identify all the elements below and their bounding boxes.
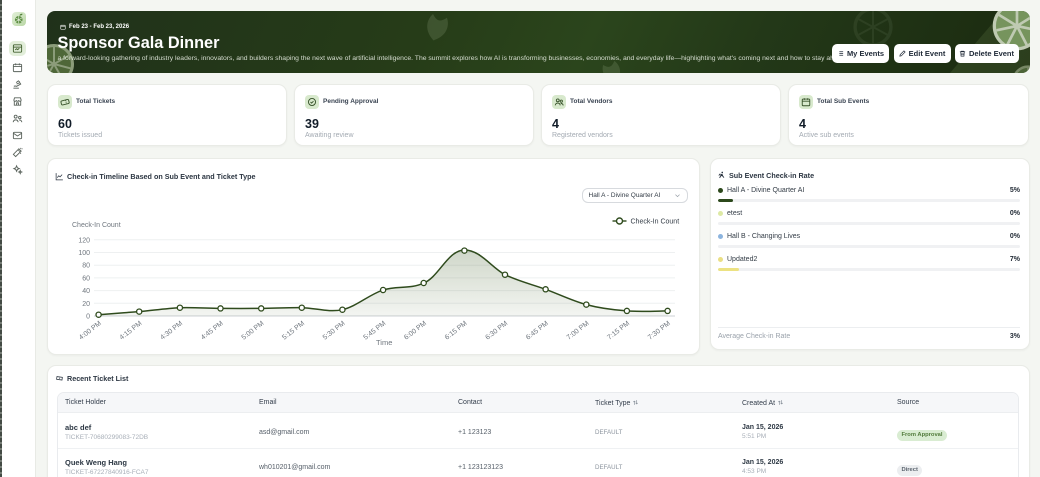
- svg-text:7:15 PM: 7:15 PM: [606, 320, 631, 342]
- svg-text:40: 40: [82, 288, 90, 295]
- svg-text:6:45 PM: 6:45 PM: [525, 320, 550, 342]
- svg-text:7:30 PM: 7:30 PM: [647, 320, 672, 342]
- svg-text:Time: Time: [376, 338, 392, 347]
- svg-text:4:45 PM: 4:45 PM: [200, 320, 225, 342]
- svg-text:Check-In Count: Check-In Count: [72, 222, 121, 229]
- svg-text:20: 20: [82, 301, 90, 308]
- svg-text:100: 100: [78, 250, 90, 257]
- svg-text:7:00 PM: 7:00 PM: [566, 320, 591, 342]
- svg-text:5:30 PM: 5:30 PM: [322, 320, 347, 342]
- svg-text:Check-In Count: Check-In Count: [631, 219, 680, 226]
- svg-text:5:00 PM: 5:00 PM: [241, 320, 266, 342]
- svg-text:4:00 PM: 4:00 PM: [78, 320, 103, 342]
- svg-text:120: 120: [78, 237, 90, 244]
- svg-text:5:15 PM: 5:15 PM: [281, 320, 306, 342]
- svg-text:6:15 PM: 6:15 PM: [444, 320, 469, 342]
- svg-text:60: 60: [82, 275, 90, 282]
- svg-text:4:15 PM: 4:15 PM: [119, 320, 144, 342]
- svg-text:6:00 PM: 6:00 PM: [403, 320, 428, 342]
- svg-text:6:30 PM: 6:30 PM: [484, 320, 509, 342]
- svg-text:80: 80: [82, 263, 90, 270]
- svg-text:4:30 PM: 4:30 PM: [159, 320, 184, 342]
- svg-text:0: 0: [86, 314, 90, 321]
